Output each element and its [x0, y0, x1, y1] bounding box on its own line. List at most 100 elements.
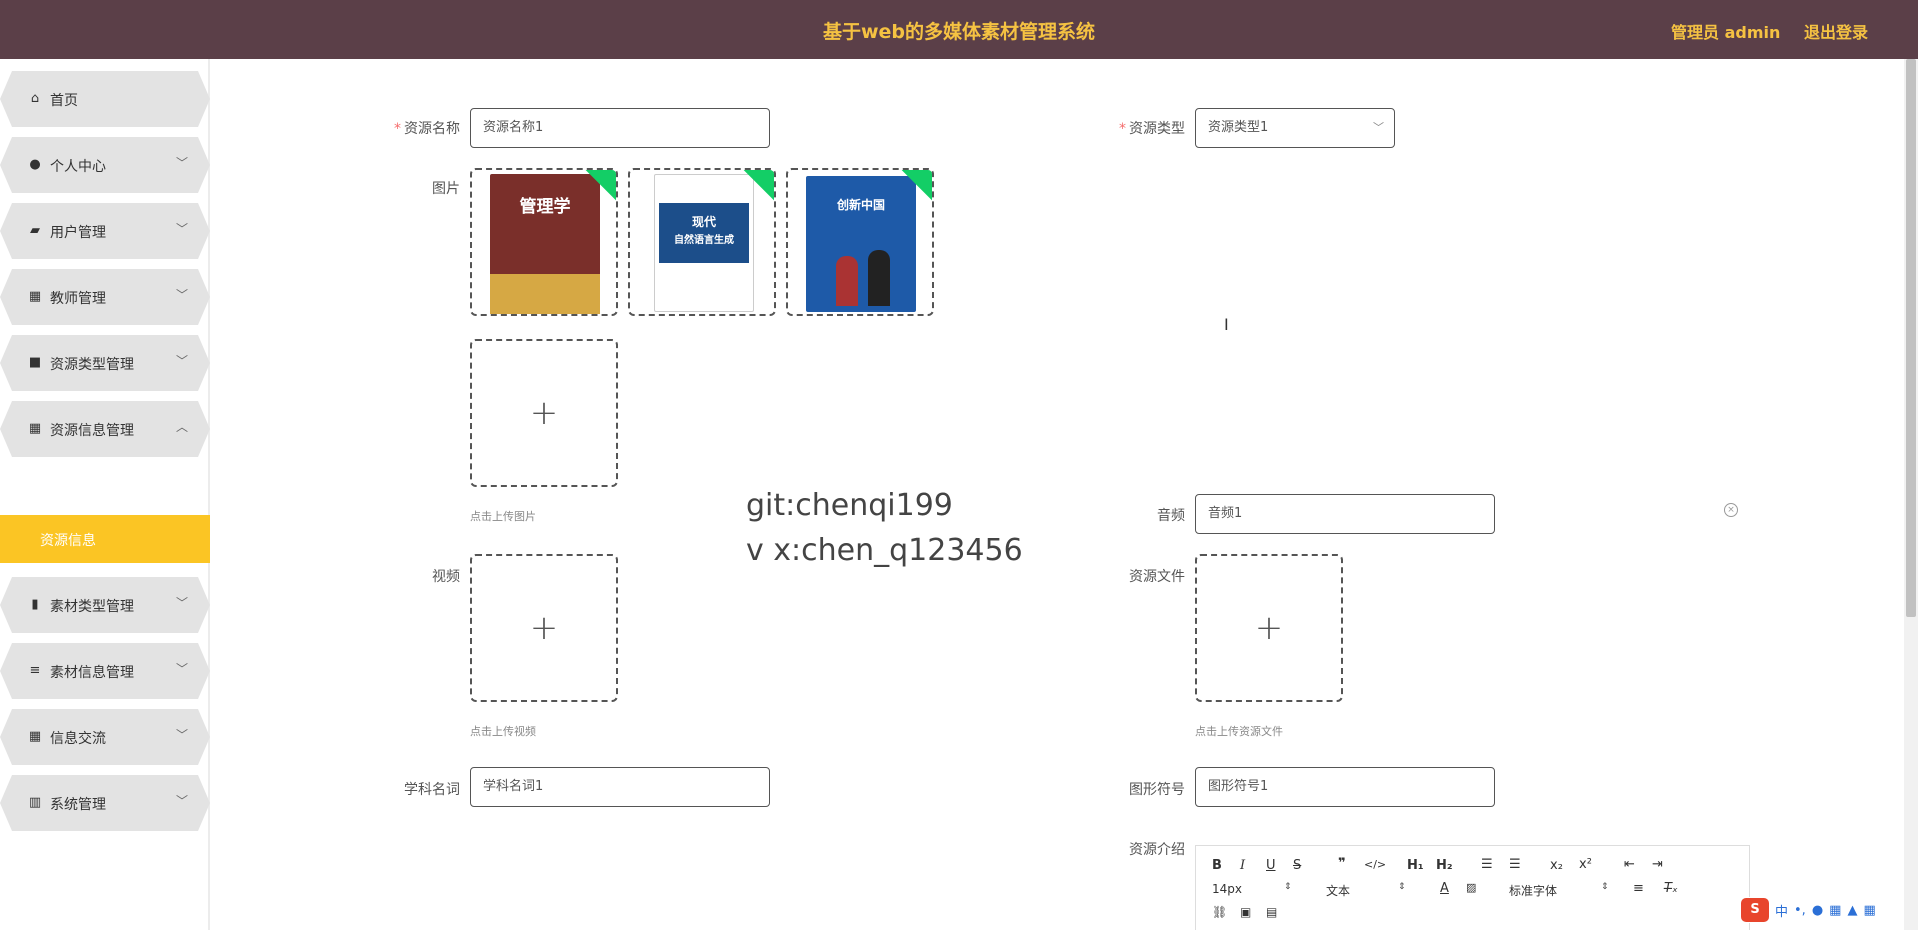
uploaded-image-3[interactable]: 创新中国	[786, 168, 934, 316]
sidebar-item-label: 首页	[50, 93, 78, 109]
chevron-down-icon: ﹀	[176, 794, 189, 808]
code-icon[interactable]: </>	[1364, 858, 1386, 871]
clear-format-icon[interactable]: T̶ₓ	[1664, 881, 1678, 896]
resource-type-select[interactable]: 资源类型1 ﹀	[1195, 108, 1395, 148]
superscript-icon[interactable]: x²	[1579, 857, 1592, 872]
book-cover-management: 管理学	[490, 174, 600, 314]
updown-icon: ⇕	[1601, 882, 1609, 892]
italic-icon[interactable]: I	[1240, 858, 1245, 873]
bar-chart-icon: ▮	[31, 597, 39, 612]
book-cover-nlg: 现代 自然语言生成	[654, 174, 754, 312]
skin-icon: ▲	[1847, 902, 1858, 918]
blockquote-icon[interactable]: ❞	[1338, 856, 1346, 871]
sidebar-item-messages[interactable]: ▦ 信息交流 ﹀	[0, 709, 210, 765]
sidebar-item-label: 资源类型管理	[50, 357, 134, 373]
link-icon[interactable]: ⛓	[1212, 905, 1227, 919]
video-upload-hint: 点击上传视频	[470, 725, 536, 738]
align-icon[interactable]: ≡	[1633, 881, 1644, 896]
chevron-down-icon: ﹀	[176, 596, 189, 610]
audio-input[interactable]: 音频1	[1195, 494, 1495, 534]
book-title: 管理学	[519, 197, 571, 217]
type-label-text: 资源类型	[1129, 121, 1185, 137]
file-label: 资源文件	[1129, 569, 1185, 585]
text-type-select[interactable]: 文本 ⇕	[1326, 882, 1406, 899]
strikethrough-icon[interactable]: S	[1293, 858, 1301, 873]
sidebar-item-label: 系统管理	[50, 797, 106, 813]
grid-icon: ▦	[28, 729, 42, 744]
sidebar-item-teachers[interactable]: ▦ 教师管理 ﹀	[0, 269, 210, 325]
clear-icon[interactable]: ×	[1724, 503, 1738, 517]
plus-icon: +	[529, 393, 559, 433]
symbol-input[interactable]: 图形符号1	[1195, 767, 1495, 807]
bold-icon[interactable]: B	[1212, 858, 1222, 873]
sidebar-item-users[interactable]: ▰ 用户管理 ﹀	[0, 203, 210, 259]
book-subtitle: 自然语言生成	[674, 235, 734, 246]
logout-link[interactable]: 退出登录	[1804, 19, 1868, 43]
sidebar-item-label: 素材信息管理	[50, 665, 134, 681]
image-upload-hint: 点击上传图片	[470, 510, 536, 523]
sidebar-item-home[interactable]: ⌂ 首页	[0, 71, 210, 127]
subject-input[interactable]: 学科名词1	[470, 767, 770, 807]
microphone-icon: ●	[1811, 902, 1824, 918]
indent-icon[interactable]: ⇥	[1652, 857, 1663, 872]
vertical-scrollbar[interactable]	[1904, 59, 1918, 930]
file-upload-button[interactable]: +	[1195, 554, 1343, 702]
chevron-down-icon: ﹀	[1373, 121, 1384, 134]
top-header: 基于web的多媒体素材管理系统 管理员 admin 退出登录	[0, 0, 1918, 59]
bullet-list-icon[interactable]: ☰	[1509, 857, 1521, 872]
sidebar-item-resource-info[interactable]: ▦ 资源信息管理 ︿	[0, 401, 210, 457]
type-label: * 资源类型	[1105, 118, 1185, 138]
font-size-value: 14px	[1212, 882, 1242, 896]
chevron-down-icon: ﹀	[176, 288, 189, 302]
briefcase-icon: ■	[28, 355, 42, 370]
sidebar-item-label: 资源信息管理	[50, 423, 134, 439]
subject-label: 学科名词	[404, 782, 460, 798]
updown-icon: ⇕	[1398, 882, 1406, 892]
sogou-icon: S	[1741, 898, 1769, 922]
background-color-icon[interactable]: ▨	[1466, 881, 1476, 894]
menu-grid-icon: ▦	[1863, 902, 1876, 918]
watermark-line-1: git:chenqi199	[746, 488, 953, 523]
sidebar-item-system[interactable]: ▥ 系统管理 ﹀	[0, 775, 210, 831]
punctuation-icon: •,	[1794, 902, 1806, 918]
image-label: 图片	[432, 181, 460, 197]
sliders-icon: ≡	[29, 663, 41, 678]
text-type-value: 文本	[1326, 884, 1351, 898]
heading2-icon[interactable]: H₂	[1436, 858, 1453, 873]
font-color-icon[interactable]: A	[1440, 881, 1449, 896]
font-size-select[interactable]: 14px ⇕	[1212, 882, 1292, 896]
rich-text-editor[interactable]: B I U S ❞ </> H₁ H₂ ☰ ☰ x₂ x² ⇤ ⇥ 14px ⇕…	[1195, 845, 1750, 930]
sidebar-item-material-info[interactable]: ≡ 素材信息管理 ﹀	[0, 643, 210, 699]
ime-toolbar[interactable]: S 中 •, ● ▦ ▲ ▦	[1737, 897, 1880, 923]
video-upload-button[interactable]: +	[470, 554, 618, 702]
sidebar-item-personal[interactable]: ● 个人中心 ﹀	[0, 137, 210, 193]
audio-label: 音频	[1157, 508, 1185, 524]
ordered-list-icon[interactable]: ☰	[1481, 857, 1493, 872]
resource-name-input[interactable]: 资源名称1	[470, 108, 770, 148]
chevron-down-icon: ﹀	[176, 662, 189, 676]
sidebar-subitem-resource-info[interactable]: 资源信息	[0, 515, 210, 563]
video-icon[interactable]: ▤	[1266, 905, 1277, 919]
uploaded-image-1[interactable]: 管理学	[470, 168, 618, 316]
app-title: 基于web的多媒体素材管理系统	[822, 21, 1096, 43]
sidebar-item-resource-types[interactable]: ■ 资源类型管理 ﹀	[0, 335, 210, 391]
sidebar-item-material-types[interactable]: ▮ 素材类型管理 ﹀	[0, 577, 210, 633]
heading1-icon[interactable]: H₁	[1407, 858, 1424, 873]
sidebar-item-label: 素材类型管理	[50, 599, 134, 615]
resource-type-value: 资源类型1	[1208, 120, 1269, 135]
subscript-icon[interactable]: x₂	[1550, 858, 1563, 873]
uploaded-image-2[interactable]: 现代 自然语言生成	[628, 168, 776, 316]
outdent-icon[interactable]: ⇤	[1624, 857, 1635, 872]
home-icon: ⌂	[30, 91, 40, 106]
image-icon[interactable]: ▣	[1240, 905, 1251, 919]
underline-icon[interactable]: U	[1266, 858, 1276, 873]
chevron-down-icon: ﹀	[176, 728, 189, 742]
sidebar-item-label: 个人中心	[50, 159, 106, 175]
image-upload-button[interactable]: +	[470, 339, 618, 487]
font-family-select[interactable]: 标准字体 ⇕	[1509, 882, 1609, 899]
name-label: * 资源名称	[380, 118, 460, 138]
scrollbar-thumb[interactable]	[1906, 59, 1916, 617]
required-mark: *	[1119, 121, 1126, 137]
required-mark: *	[394, 121, 401, 137]
updown-icon: ⇕	[1284, 882, 1292, 892]
